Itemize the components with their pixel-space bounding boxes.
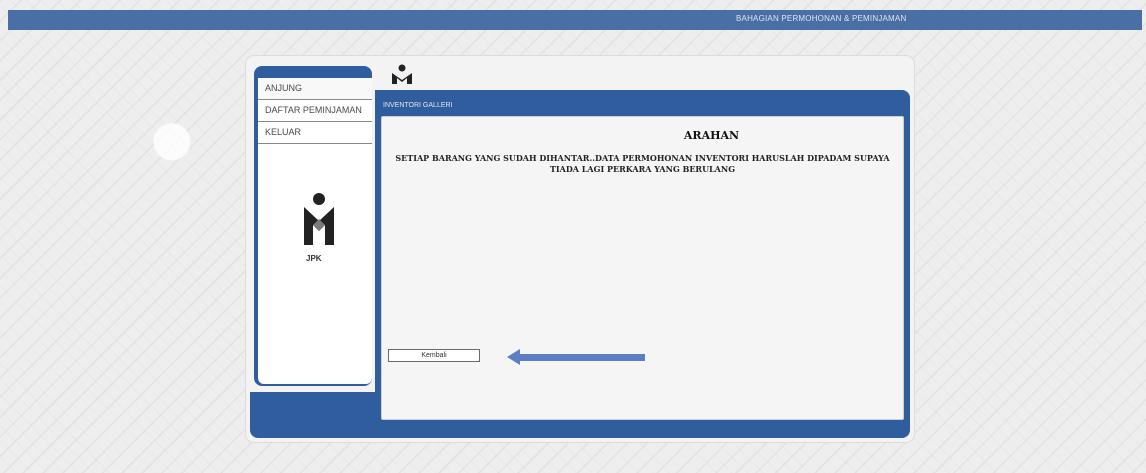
content-panel: INVENTORI GALLERI ARAHAN SETIAP BARANG Y… [375, 90, 910, 422]
back-button[interactable]: Kembali [388, 349, 480, 362]
sidebar-item-keluar[interactable]: KELUAR [258, 122, 372, 144]
sidebar-item-label: KELUAR [265, 127, 302, 137]
app-window: ANJUNG DAFTAR PEMINJAMAN KELUAR JPK INVE… [246, 56, 914, 442]
sidebar-item-label: ANJUNG [265, 83, 303, 93]
sidebar: ANJUNG DAFTAR PEMINJAMAN KELUAR JPK [254, 66, 372, 386]
instruction-message: SETIAP BARANG YANG SUDAH DIHANTAR..DATA … [395, 153, 890, 174]
header-logo-icon [392, 64, 412, 84]
top-header-bar: BAHAGIAN PERMOHONAN & PEMINJAMAN [8, 10, 1142, 30]
header-title: BAHAGIAN PERMOHONAN & PEMINJAMAN [736, 14, 907, 23]
sidebar-item-label: DAFTAR PEMINJAMAN [265, 105, 362, 115]
sidebar-item-anjung[interactable]: ANJUNG [258, 78, 372, 100]
jpk-logo-icon [304, 193, 334, 245]
page-title: ARAHAN [683, 129, 740, 142]
sidebar-item-daftar-peminjaman[interactable]: DAFTAR PEMINJAMAN [258, 100, 372, 122]
sidebar-menu: ANJUNG DAFTAR PEMINJAMAN KELUAR JPK [258, 78, 372, 384]
arrow-shaft [517, 354, 645, 361]
logo-caption: JPK [306, 254, 322, 263]
tab-inventori-galleri[interactable]: INVENTORI GALLERI [383, 102, 453, 109]
content-area: ARAHAN SETIAP BARANG YANG SUDAH DIHANTAR… [381, 116, 904, 420]
